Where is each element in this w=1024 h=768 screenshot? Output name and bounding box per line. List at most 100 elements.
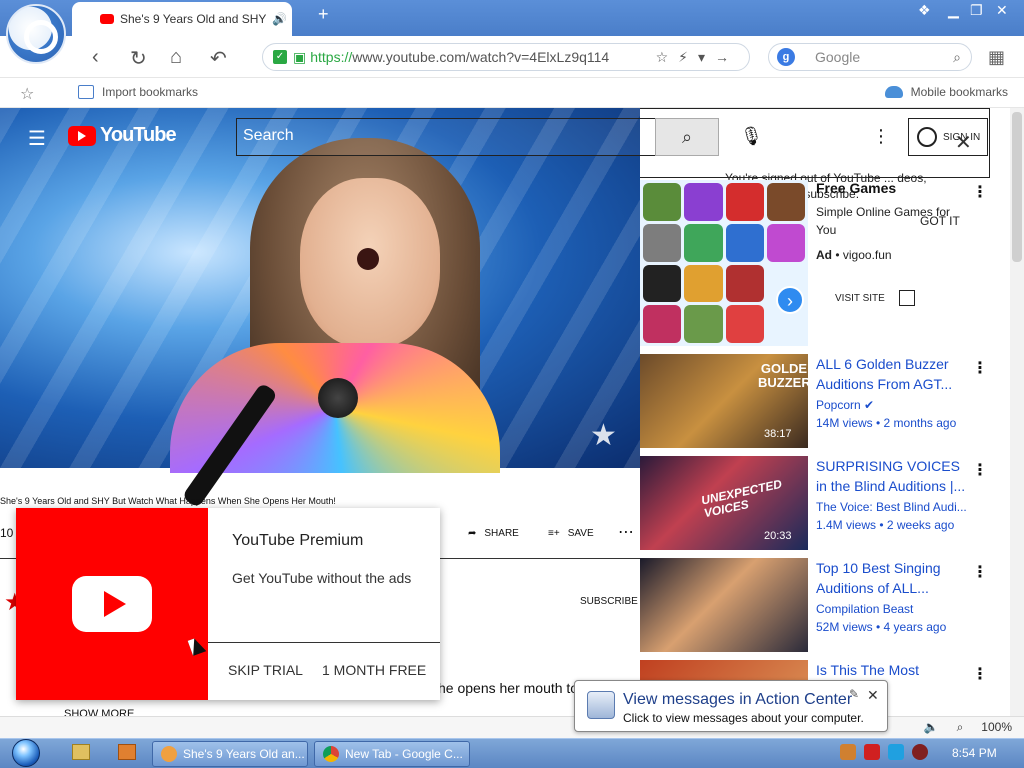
search-engine-icon[interactable]: g	[777, 48, 795, 66]
youtube-logo[interactable]: YouTube	[68, 124, 177, 147]
sidebar-more-icon[interactable]: ⋮	[972, 664, 988, 684]
premium-subtitle: Get YouTube without the ads	[232, 570, 412, 586]
sign-in-button[interactable]: SIGN IN	[908, 118, 988, 156]
sidebar-video-channel[interactable]: Compilation Beast	[816, 602, 913, 616]
video-player[interactable]: ★	[0, 108, 640, 509]
new-tab-button[interactable]: +	[318, 4, 329, 25]
mobile-bookmarks-label: Mobile bookmarks	[910, 85, 1008, 99]
tab-active[interactable]: She's 9 Years Old and SHY 🔊	[72, 2, 292, 36]
youtube-search-input[interactable]: Search	[236, 118, 656, 156]
pin-icon[interactable]: ✎	[849, 687, 859, 701]
video-description: he opens her mouth to	[438, 680, 579, 696]
taskbar-item-chrome[interactable]: New Tab - Google C...	[314, 741, 470, 767]
youtube-logo-text: YouTube	[100, 124, 177, 146]
youtube-play-icon	[68, 125, 96, 146]
sidebar-more-icon[interactable]: ⋮	[972, 562, 988, 582]
video-thumbnail[interactable]: GOLDENBUZZERS 38:17	[640, 354, 808, 448]
premium-banner	[16, 508, 208, 700]
web-page: ★ ☰ YouTube Search ⌕ 🎙 ⋮ SIGN IN ✕ You'r…	[0, 108, 1010, 738]
visit-site-button[interactable]: VISIT SITE	[835, 290, 915, 306]
minimize-button[interactable]: ▁	[948, 2, 959, 19]
month-free-button[interactable]: 1 MONTH FREE	[322, 662, 426, 678]
home-icon[interactable]: ⌂	[170, 46, 182, 69]
taskbar-item-browser[interactable]: She's 9 Years Old an...	[152, 741, 308, 767]
taskbar-item-label: New Tab - Google C...	[345, 747, 463, 761]
sidebar-video-meta: 1.4M views • 2 weeks ago	[816, 518, 955, 532]
tray-network-icon[interactable]	[888, 744, 904, 760]
ad-domain: vigoo.fun	[842, 248, 892, 262]
save-button[interactable]: ≡+ SAVE	[548, 528, 594, 539]
action-center-notification[interactable]: View messages in Action Center Click to …	[574, 680, 888, 732]
more-options-icon[interactable]: ⋮	[872, 126, 890, 147]
ad-thumbnail[interactable]	[640, 180, 808, 346]
video-frame-microphone-head	[318, 378, 358, 418]
apps-grid-icon[interactable]: ▦	[988, 47, 1005, 68]
youtube-favicon-icon	[100, 14, 114, 24]
mobile-bookmarks-link[interactable]: Mobile bookmarks	[884, 85, 1008, 99]
notification-title: View messages in Action Center	[623, 691, 853, 708]
youtube-play-icon	[72, 576, 152, 632]
address-bar[interactable]: ✓ ▣ https:// www.youtube.com/watch?v=4El…	[262, 43, 750, 71]
close-window-button[interactable]: ✕	[996, 2, 1008, 19]
zoom-icon[interactable]: ⌕	[957, 720, 964, 735]
ad-line: Ad • vigoo.fun	[816, 248, 892, 262]
url-text: www.youtube.com/watch?v=4ElxLz9q114	[352, 49, 610, 65]
tray-flag-icon[interactable]	[864, 744, 880, 760]
bookmark-star-icon[interactable]: ☆	[20, 84, 34, 104]
action-center-flag-icon	[587, 691, 615, 719]
search-icon[interactable]: ⌕	[953, 49, 961, 66]
maximize-button[interactable]: ❐	[970, 2, 983, 19]
start-button[interactable]	[6, 738, 46, 768]
media-player-icon[interactable]	[118, 744, 136, 760]
notification-subtitle: Click to view messages about your comput…	[623, 711, 864, 725]
share-icon: ➦	[468, 528, 477, 539]
sidebar-video-channel[interactable]: The Voice: Best Blind Audi...	[816, 500, 967, 514]
share-button[interactable]: ➦ SHARE	[468, 528, 519, 539]
back-icon[interactable]: ‹	[92, 46, 99, 69]
sidebar-video-title[interactable]: ALL 6 Golden Buzzer Auditions From AGT..…	[816, 354, 972, 394]
search-engine-box[interactable]: g Google ⌕	[768, 43, 972, 71]
undo-icon[interactable]: ↶	[210, 46, 227, 71]
explorer-icon[interactable]	[72, 744, 90, 760]
subscribe-button[interactable]: SUBSCRIBE	[580, 596, 638, 607]
ad-title[interactable]: Free Games	[816, 180, 896, 196]
skin-icon[interactable]: ❖	[918, 2, 931, 19]
close-icon[interactable]: ✕	[867, 687, 879, 704]
video-thumbnail[interactable]	[640, 558, 808, 652]
audio-icon[interactable]: 🔊	[272, 12, 287, 26]
hamburger-menu-icon[interactable]: ☰	[28, 126, 46, 151]
reload-icon[interactable]: ↻	[130, 46, 147, 71]
windows-orb-icon	[12, 739, 40, 767]
sidebar-video-channel[interactable]: Popcorn ✔	[816, 398, 874, 412]
duration-badge: 20:33	[764, 530, 792, 542]
import-bookmarks-link[interactable]: Import bookmarks	[78, 85, 198, 99]
sidebar-more-icon[interactable]: ⋮	[972, 460, 988, 480]
visit-site-label: VISIT SITE	[835, 292, 885, 304]
microphone-icon[interactable]: 🎙	[740, 126, 763, 147]
clock[interactable]: 8:54 PM	[952, 746, 997, 760]
sidebar-video-title[interactable]: SURPRISING VOICES in the Blind Auditions…	[816, 456, 972, 496]
volume-icon[interactable]: 🔈	[924, 720, 939, 735]
lock-icon: ▣	[293, 48, 307, 65]
verified-badge-icon: ✔	[864, 398, 875, 412]
video-thumbnail[interactable]: UNEXPECTED VOICES 20:33	[640, 456, 808, 550]
tray-search-icon[interactable]	[840, 744, 856, 760]
agt-star-icon: ★	[590, 419, 617, 452]
browser-logo-icon[interactable]	[6, 4, 66, 64]
account-icon	[917, 127, 937, 147]
close-icon[interactable]: ✕	[955, 130, 972, 155]
scrollbar-thumb[interactable]	[1012, 112, 1022, 262]
taskbar-item-label: She's 9 Years Old an...	[183, 747, 305, 761]
address-actions[interactable]: ☆⚡▾→	[656, 49, 739, 66]
import-bookmarks-label: Import bookmarks	[102, 85, 199, 99]
zoom-control[interactable]: 🔈 ⌕ 100%	[924, 720, 1012, 735]
cloud-icon	[884, 86, 903, 98]
ad-more-icon[interactable]: ⋮	[972, 182, 988, 202]
more-actions-icon[interactable]: ⋯	[618, 522, 634, 542]
tray-volume-icon[interactable]	[912, 744, 928, 760]
chevron-right-icon[interactable]: ›	[776, 286, 804, 314]
sidebar-more-icon[interactable]: ⋮	[972, 358, 988, 378]
import-icon	[78, 85, 94, 99]
skip-trial-button[interactable]: SKIP TRIAL	[228, 662, 303, 678]
sidebar-video-title[interactable]: Top 10 Best Singing Auditions of ALL...	[816, 558, 972, 598]
